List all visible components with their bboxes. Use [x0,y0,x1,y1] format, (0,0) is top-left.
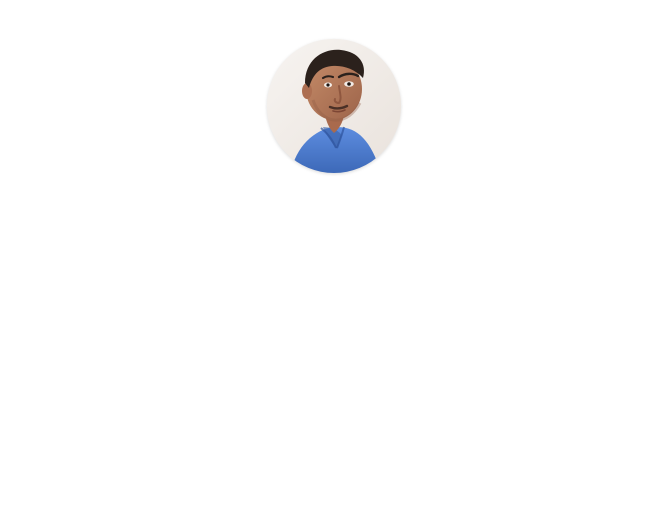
profile-page [0,0,667,517]
avatar[interactable] [267,39,401,173]
avatar-photo [267,39,401,173]
